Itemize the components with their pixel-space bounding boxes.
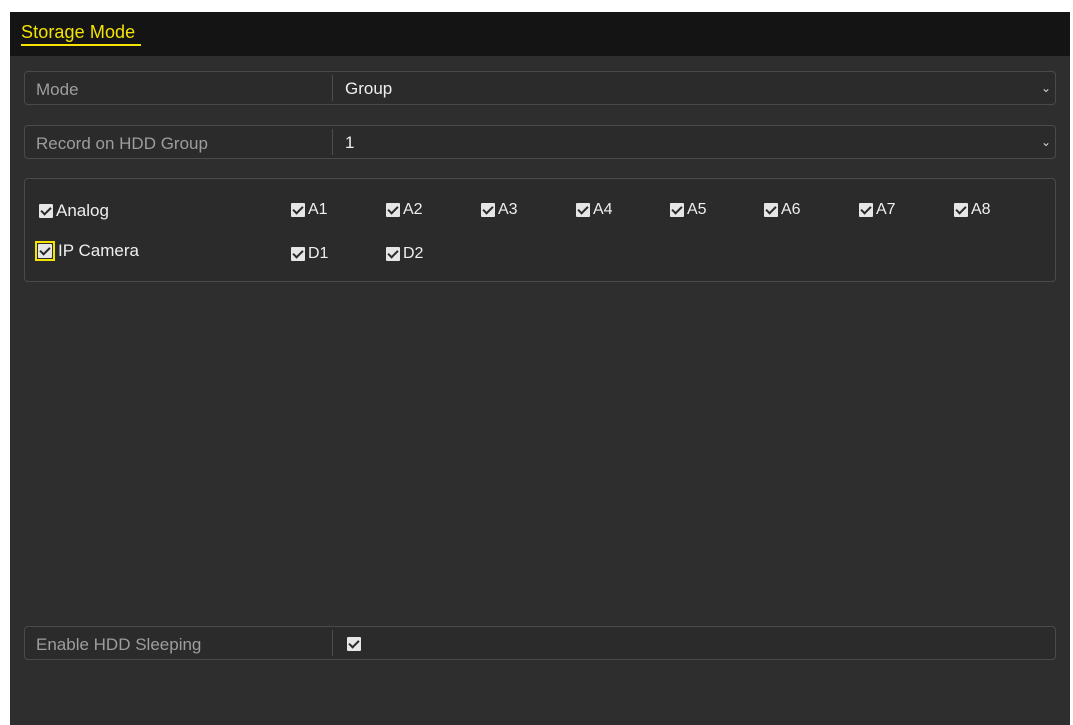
title-bar: Storage Mode — [10, 12, 1070, 56]
chevron-down-icon[interactable]: ⌄ — [1041, 81, 1051, 95]
checkbox-checked-icon — [764, 203, 778, 217]
channel-checkbox-a8[interactable]: A8 — [954, 201, 991, 219]
ip-camera-checkbox[interactable]: IP Camera — [35, 241, 139, 261]
divider — [332, 129, 333, 155]
channel-label: A5 — [687, 201, 707, 218]
record-group-select[interactable]: 1 — [345, 133, 354, 153]
channel-label: A1 — [308, 201, 328, 218]
channel-checkbox-d1[interactable]: D1 — [291, 245, 328, 263]
chevron-down-icon[interactable]: ⌄ — [1041, 135, 1051, 149]
storage-mode-window: Storage Mode Mode Group ⌄ Record on HDD … — [10, 12, 1070, 725]
record-group-label: Record on HDD Group — [36, 134, 208, 153]
hdd-sleeping-row: Enable HDD Sleeping — [24, 626, 1056, 660]
channel-label: D1 — [308, 245, 329, 262]
checkbox-checked-icon — [291, 247, 305, 261]
channel-checkbox-a3[interactable]: A3 — [481, 201, 518, 219]
analog-label: Analog — [56, 201, 109, 220]
analog-checkbox[interactable]: Analog — [39, 201, 109, 221]
channel-checkbox-a6[interactable]: A6 — [764, 201, 801, 219]
channel-checkbox-a4[interactable]: A4 — [576, 201, 613, 219]
channel-label: A7 — [876, 201, 896, 218]
channel-panel: Analog A1 A2 A3 A4 A5 A6 A7 A8 IP Camera… — [24, 178, 1056, 282]
channel-checkbox-a7[interactable]: A7 — [859, 201, 896, 219]
hdd-sleeping-checkbox[interactable] — [347, 637, 361, 651]
hdd-sleeping-label: Enable HDD Sleeping — [36, 635, 202, 654]
checkbox-checked-icon — [670, 203, 684, 217]
page-title: Storage Mode — [21, 22, 142, 46]
checkbox-checked-icon — [576, 203, 590, 217]
channel-label: D2 — [403, 245, 424, 262]
channel-label: A8 — [971, 201, 991, 218]
divider — [332, 630, 333, 656]
checkbox-checked-icon — [859, 203, 873, 217]
channel-checkbox-d2[interactable]: D2 — [386, 245, 423, 263]
channel-label: A6 — [781, 201, 801, 218]
channel-checkbox-a5[interactable]: A5 — [670, 201, 707, 219]
focus-highlight — [35, 241, 55, 261]
checkbox-checked-icon — [291, 203, 305, 217]
channel-checkbox-a2[interactable]: A2 — [386, 201, 423, 219]
checkbox-checked-icon — [386, 203, 400, 217]
checkbox-checked-icon — [386, 247, 400, 261]
checkbox-checked-icon — [39, 204, 53, 218]
checkbox-checked-icon — [38, 244, 52, 258]
channel-label: A3 — [498, 201, 518, 218]
channel-label: A4 — [593, 201, 613, 218]
channel-checkbox-a1[interactable]: A1 — [291, 201, 328, 219]
mode-row: Mode Group ⌄ — [24, 71, 1056, 105]
divider — [332, 75, 333, 101]
ip-camera-label: IP Camera — [58, 241, 139, 260]
channel-label: A2 — [403, 201, 423, 218]
record-group-row: Record on HDD Group 1 ⌄ — [24, 125, 1056, 159]
mode-label: Mode — [36, 80, 79, 99]
checkbox-checked-icon — [954, 203, 968, 217]
mode-select[interactable]: Group — [345, 79, 392, 99]
checkbox-checked-icon — [481, 203, 495, 217]
